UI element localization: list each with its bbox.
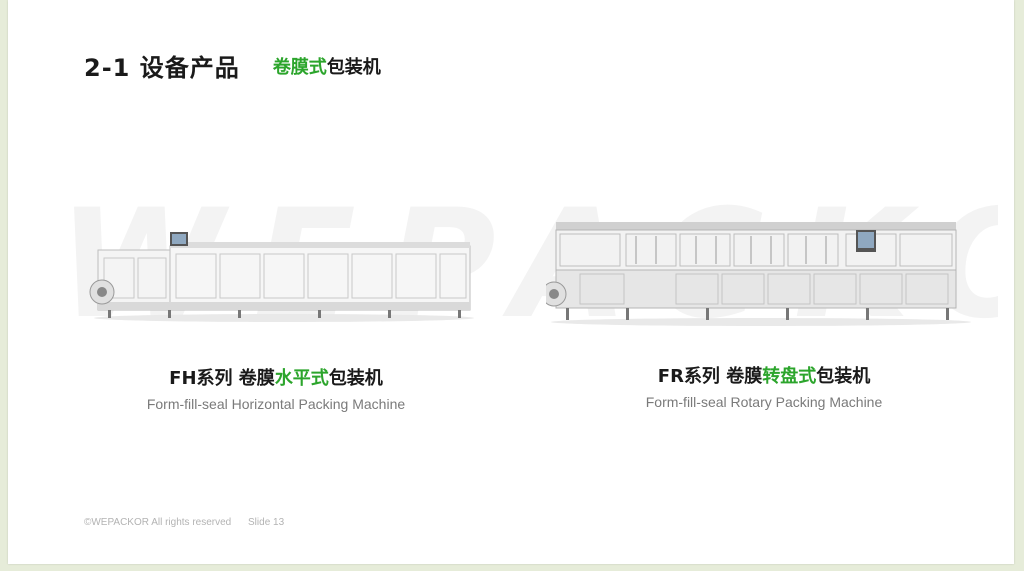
footer-copyright: ©WEPACKOR All rights reserved [84,517,232,528]
fr-title: FR系列 卷膜转盘式包装机 [614,362,914,388]
fh-caption: FH系列 卷膜水平式包装机 Form-fill-seal Horizontal … [126,364,426,412]
fh-title-highlight: 水平式 [274,368,329,389]
slide: WEPACKOR 2-1 设备产品 卷膜式包装机 [8,0,1014,564]
footer: ©WEPACKOR All rights reserved Slide 13 [84,517,284,528]
fh-title-prefix: FH系列 卷膜 [169,368,275,389]
page-title: 2-1 设备产品 卷膜式包装机 [84,48,381,83]
fr-english-name: Form-fill-seal Rotary Packing Machine [645,394,883,410]
fr-machine-image [546,222,971,326]
fh-machine-image [89,232,474,322]
fr-caption: FR系列 卷膜转盘式包装机 Form-fill-seal Rotary Pack… [614,362,914,410]
footer-slide-number: Slide 13 [248,517,285,528]
title-sub: 卷膜式包装机 [273,57,381,78]
fh-title-suffix: 包装机 [328,368,383,389]
fr-title-highlight: 转盘式 [762,366,817,387]
fr-title-suffix: 包装机 [816,366,871,387]
fr-title-prefix: FR系列 卷膜 [657,366,763,387]
title-main: 2-1 设备产品 [84,54,240,82]
fh-english-name: Form-fill-seal Horizontal Packing Machin… [146,396,406,412]
title-sub-rest: 包装机 [326,56,381,78]
title-sub-highlight: 卷膜式 [272,56,327,78]
fh-title: FH系列 卷膜水平式包装机 [126,364,426,390]
